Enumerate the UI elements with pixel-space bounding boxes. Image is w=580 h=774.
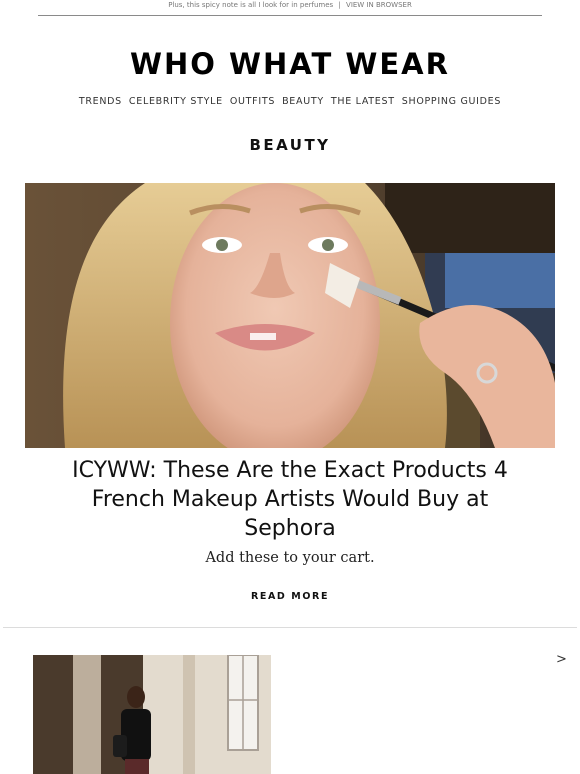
hero-image[interactable] [25, 183, 555, 448]
nav-item-outfits[interactable]: OUTFITS [230, 96, 275, 107]
article-headline[interactable]: ICYWW: These Are the Exact Products 4 Fr… [60, 456, 520, 543]
chevron-right-icon[interactable]: > [556, 652, 567, 667]
main-nav: TRENDS CELEBRITY STYLE OUTFITS BEAUTY TH… [0, 96, 580, 107]
email-page: Plus, this spicy note is all I look for … [0, 0, 580, 774]
nav-item-beauty[interactable]: BEAUTY [282, 96, 324, 107]
nav-item-shopping-guides[interactable]: SHOPPING GUIDES [402, 96, 501, 107]
article-dek: Add these to your cart. [205, 550, 375, 566]
card-illustration [33, 655, 271, 774]
view-in-browser-link[interactable]: VIEW IN BROWSER [346, 1, 412, 9]
preheader-separator: | [338, 1, 341, 9]
preheader: Plus, this spicy note is all I look for … [0, 1, 580, 9]
nav-item-celebrity-style[interactable]: CELEBRITY STYLE [129, 96, 223, 107]
nav-item-the-latest[interactable]: THE LATEST [331, 96, 395, 107]
nav-item-trends[interactable]: TRENDS [79, 96, 122, 107]
section-divider [3, 627, 577, 628]
preheader-text: Plus, this spicy note is all I look for … [168, 1, 334, 9]
brand-logo[interactable]: WHO WHAT WEAR [0, 47, 580, 81]
read-more-link[interactable]: READ MORE [0, 591, 580, 602]
top-divider [38, 15, 542, 16]
section-title: BEAUTY [249, 136, 331, 154]
hero-illustration [25, 183, 555, 448]
carousel-card-image[interactable] [33, 655, 271, 774]
